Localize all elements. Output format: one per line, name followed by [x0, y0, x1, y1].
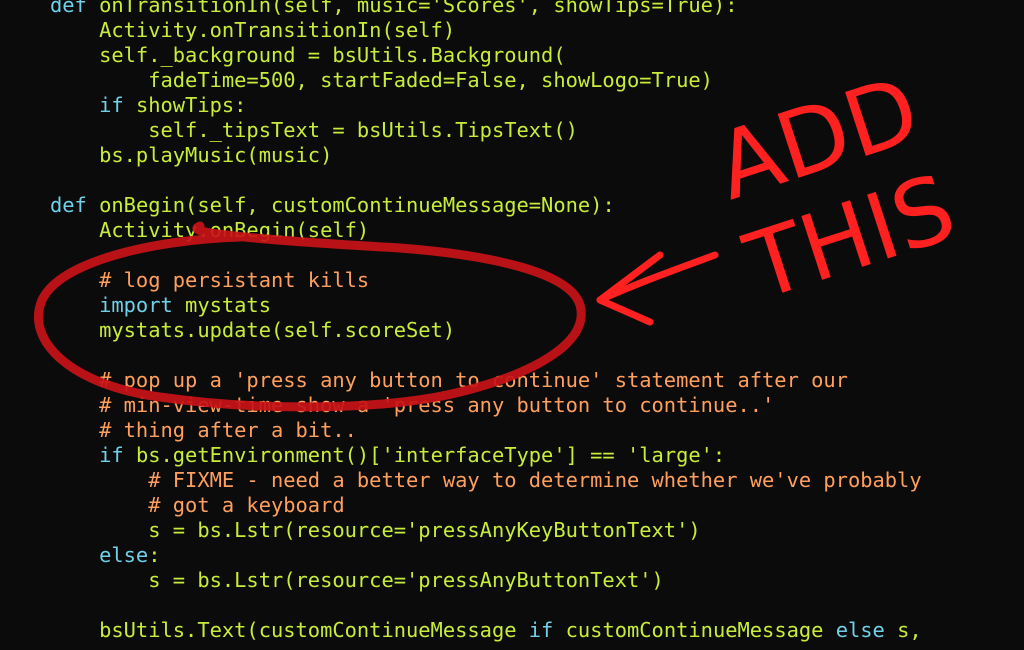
- code-token: self._background = bsUtils.Background(: [50, 43, 566, 67]
- code-line[interactable]: # pop up a 'press any button to continue…: [50, 368, 848, 393]
- code-token: bs.getEnvironment()['interfaceType'] == …: [135, 443, 726, 467]
- code-token: def: [50, 0, 100, 17]
- code-token: # thing after a bit..: [50, 418, 357, 442]
- code-token: if: [50, 443, 136, 467]
- code-token: # pop up a 'press any button to continue…: [50, 368, 848, 392]
- code-line[interactable]: Activity.onBegin(self): [50, 218, 369, 243]
- code-token: if: [528, 618, 566, 642]
- code-line[interactable]: self._background = bsUtils.Background(: [50, 43, 566, 68]
- code-line[interactable]: def onTransitionIn(self, music='Scores',…: [50, 0, 737, 18]
- code-line[interactable]: s = bs.Lstr(resource='pressAnyKeyButtonT…: [50, 518, 701, 543]
- code-token: else: [50, 543, 149, 567]
- code-token: bsUtils.Text(customContinueMessage: [50, 618, 529, 642]
- code-line[interactable]: # FIXME - need a better way to determine…: [50, 468, 922, 493]
- code-token: Activity.onTransitionIn(self): [50, 18, 456, 42]
- code-token: :: [148, 543, 161, 567]
- code-token: self._tipsText = bsUtils.TipsText(): [50, 118, 578, 142]
- code-token: onBegin: [99, 193, 186, 217]
- code-token: # log persistant kills: [50, 268, 370, 292]
- code-token: bs.playMusic(music): [50, 143, 333, 167]
- code-token: def: [50, 193, 100, 217]
- code-line[interactable]: if bs.getEnvironment()['interfaceType'] …: [50, 443, 725, 468]
- code-token: # min-view-time show a 'press any button…: [50, 393, 775, 417]
- code-token: else: [835, 618, 898, 642]
- code-line[interactable]: self._tipsText = bsUtils.TipsText(): [50, 118, 578, 143]
- code-token: fadeTime=500, startFaded=False, showLogo…: [50, 68, 713, 92]
- code-token: showTips:: [135, 93, 247, 117]
- code-editor[interactable]: def onTransitionIn(self, music='Scores',…: [0, 0, 1024, 650]
- code-line[interactable]: bs.playMusic(music): [50, 143, 332, 168]
- code-line[interactable]: mystats.update(self.scoreSet): [50, 318, 455, 343]
- code-line[interactable]: if showTips:: [50, 93, 246, 118]
- code-line[interactable]: # got a keyboard: [50, 493, 345, 518]
- code-token: mystats.update(self.scoreSet): [50, 318, 456, 342]
- code-token: if: [50, 93, 136, 117]
- code-token: import: [50, 293, 186, 317]
- code-token: (self, music='Scores', showTips=True):: [270, 0, 738, 17]
- code-line[interactable]: fadeTime=500, startFaded=False, showLogo…: [50, 68, 713, 93]
- code-token: s = bs.Lstr(resource='pressAnyButtonText…: [50, 568, 664, 592]
- code-token: onTransitionIn: [99, 0, 271, 17]
- code-line[interactable]: def onBegin(self, customContinueMessage=…: [50, 193, 615, 218]
- code-token: s,: [897, 618, 922, 642]
- code-line[interactable]: Activity.onTransitionIn(self): [50, 18, 455, 43]
- code-token: Activity.onBegin(self): [50, 218, 370, 242]
- code-token: (self, customContinueMessage=None):: [185, 193, 615, 217]
- code-line[interactable]: # min-view-time show a 'press any button…: [50, 393, 774, 418]
- code-line[interactable]: # thing after a bit..: [50, 418, 357, 443]
- code-token: # FIXME - need a better way to determine…: [50, 468, 922, 492]
- code-line[interactable]: else:: [50, 543, 161, 568]
- code-token: # got a keyboard: [50, 493, 345, 517]
- code-line[interactable]: s = bs.Lstr(resource='pressAnyButtonText…: [50, 568, 664, 593]
- code-line[interactable]: bsUtils.Text(customContinueMessage if cu…: [50, 618, 922, 643]
- code-line[interactable]: # log persistant kills: [50, 268, 369, 293]
- code-token: s = bs.Lstr(resource='pressAnyKeyButtonT…: [50, 518, 701, 542]
- code-token: customContinueMessage: [565, 618, 836, 642]
- code-token: mystats: [185, 293, 271, 317]
- code-line[interactable]: import mystats: [50, 293, 271, 318]
